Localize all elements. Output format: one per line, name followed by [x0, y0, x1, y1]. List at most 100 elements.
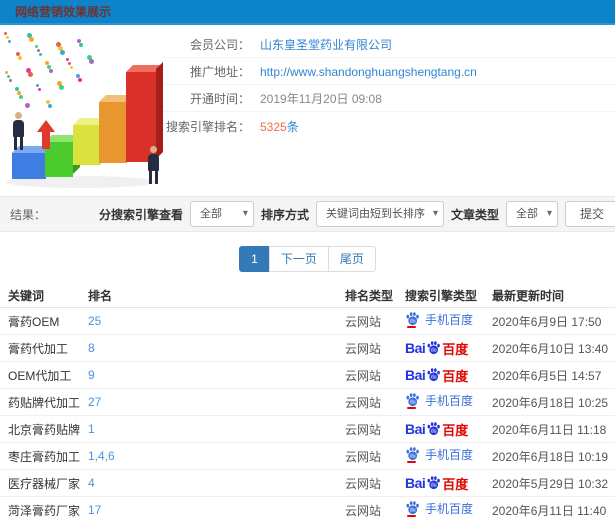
- confetti-dot: [38, 88, 41, 91]
- confetti-dot: [6, 36, 9, 39]
- sort-filter-label: 排序方式: [260, 207, 309, 222]
- baidu-logo-cn: 百度: [442, 368, 469, 384]
- mobile-baidu-label: 手机百度: [425, 502, 474, 516]
- mobile-baidu-badge[interactable]: du 手机百度: [405, 446, 473, 463]
- rank-type-cell: 云网站: [345, 422, 382, 437]
- baidu-paw-icon: du: [405, 392, 420, 409]
- rank-link[interactable]: 9: [88, 368, 345, 382]
- baidu-logo-cn: 百度: [442, 476, 469, 492]
- table-row: 枣庄膏药加工 1,4,6 云网站 du 手机百度 2020年6月18日 10:1…: [0, 443, 615, 470]
- confetti-dot: [37, 49, 40, 52]
- header-engine-type: 搜索引擎类型: [405, 289, 478, 303]
- confetti-dot: [89, 59, 94, 64]
- header-update-time: 最新更新时间: [492, 289, 565, 303]
- company-link[interactable]: 山东皇圣堂药业有限公司: [260, 38, 392, 52]
- keyword-cell: 膏药OEM: [8, 314, 60, 329]
- svg-text:du: du: [410, 319, 416, 325]
- bar-3: [99, 102, 127, 163]
- table-row: 药贴牌代加工 27 云网站 du 手机百度 2020年6月18日 10:25: [0, 389, 615, 416]
- bar-0: [12, 153, 46, 179]
- confetti-dot: [49, 69, 53, 73]
- confetti-dot: [19, 95, 23, 99]
- confetti-dot: [29, 37, 34, 42]
- confetti-dot: [70, 66, 73, 69]
- table-row: 医疗器械厂家 4 云网站 du Bai: [0, 470, 615, 497]
- article-type-select[interactable]: 全部: [505, 201, 558, 227]
- table-row: 北京膏药贴牌 1 云网站 du Bai: [0, 416, 615, 443]
- table-row: 菏泽膏药厂家 17 云网站 du 手机百度 2020年6月11日 11:40: [0, 497, 615, 520]
- last-page-button[interactable]: 尾页: [327, 246, 376, 272]
- promo-url-link[interactable]: http://www.shandonghuangshengtang.cn: [260, 65, 477, 79]
- rank-link[interactable]: 1: [88, 422, 345, 436]
- baidu-paw-icon: du: [426, 340, 441, 357]
- update-time-cell: 2020年6月10日 13:40: [492, 341, 609, 356]
- baidu-logo[interactable]: Bai du 百度: [405, 366, 468, 385]
- confetti-dot: [18, 56, 22, 60]
- sort-filter-select[interactable]: 关键词由短到长排序: [315, 201, 444, 227]
- filter-bar: 结果： 分搜索引擎查看 全部 排序方式 关键词由短到长排序 文章类型 全部 提交: [0, 196, 615, 232]
- baidu-logo-cn: 百度: [442, 341, 469, 357]
- svg-text:du: du: [431, 374, 437, 380]
- update-time-cell: 2020年6月18日 10:19: [492, 449, 609, 464]
- baidu-paw-icon: du: [405, 311, 420, 328]
- baidu-logo[interactable]: Bai du 百度: [405, 420, 468, 439]
- engine-filter-select[interactable]: 全部: [189, 201, 254, 227]
- promo-url-label: 推广地址：: [189, 65, 250, 79]
- header-rank: 排名: [88, 289, 113, 303]
- engine-cell: du Bai du 百度: [405, 420, 492, 439]
- confetti-dot: [60, 50, 65, 55]
- confetti-dot: [79, 43, 83, 47]
- rank-link[interactable]: 27: [88, 395, 345, 409]
- confetti-dot: [8, 40, 11, 43]
- pagination: 1 下一页 尾页: [0, 246, 615, 272]
- next-page-button[interactable]: 下一页: [268, 246, 329, 272]
- member-info: 会员公司： 山东皇圣堂药业有限公司 推广地址： http://www.shand…: [162, 30, 615, 190]
- update-time-cell: 2020年6月11日 11:40: [492, 503, 607, 518]
- rank-type-cell: 云网站: [345, 395, 382, 410]
- bar-2: [73, 125, 101, 165]
- rank-link[interactable]: 4: [88, 476, 345, 490]
- svg-text:du: du: [410, 400, 416, 406]
- table-row: 膏药代加工 8 云网站 du Bai: [0, 335, 615, 362]
- baidu-paw-icon: du: [426, 367, 441, 384]
- rank-count-label: 搜索引擎排名：: [165, 119, 250, 134]
- results-table: 关键词 排名 排名类型 搜索引擎类型 最新更新时间 膏药OEM 25 云网站 d…: [0, 284, 615, 520]
- mobile-baidu-label: 手机百度: [425, 313, 474, 327]
- baidu-paw-icon: du: [405, 446, 420, 463]
- growth-chart-illustration: [0, 30, 162, 190]
- baidu-paw-icon: du: [426, 421, 441, 438]
- keyword-cell: 医疗器械厂家: [8, 476, 81, 491]
- rank-link[interactable]: 1,4,6: [88, 449, 345, 463]
- rank-type-cell: 云网站: [345, 503, 382, 518]
- engine-cell: du 手机百度 du: [405, 446, 492, 466]
- info-row-open-time: 开通时间： 2019年11月20日 09:08: [162, 86, 615, 112]
- keyword-cell: 药贴牌代加工: [8, 395, 81, 410]
- confetti-dot: [48, 104, 52, 108]
- mobile-baidu-badge[interactable]: du 手机百度: [405, 311, 473, 328]
- svg-text:du: du: [410, 508, 416, 514]
- mobile-baidu-badge[interactable]: du 手机百度: [405, 392, 473, 409]
- info-row-rank-count: 搜索引擎排名： 5325条: [162, 113, 615, 139]
- rank-link[interactable]: 17: [88, 503, 345, 517]
- update-time-cell: 2020年6月9日 17:50: [492, 314, 602, 329]
- baidu-logo[interactable]: Bai du 百度: [405, 339, 468, 358]
- baidu-logo[interactable]: Bai du 百度: [405, 474, 468, 493]
- submit-button[interactable]: 提交: [564, 201, 615, 227]
- svg-text:du: du: [431, 347, 437, 353]
- confetti-dot: [25, 103, 30, 108]
- rank-type-cell: 云网站: [345, 341, 382, 356]
- table-row: OEM代加工 9 云网站 du Bai: [0, 362, 615, 389]
- confetti-dot: [39, 53, 42, 56]
- engine-cell: du Bai du 百度: [405, 474, 492, 493]
- engine-cell: du 手机百度 du: [405, 392, 492, 412]
- baidu-logo-bai: Bai: [405, 340, 426, 356]
- engine-cell: du 手机百度 du: [405, 311, 492, 331]
- rank-link[interactable]: 8: [88, 341, 345, 355]
- rank-link[interactable]: 25: [88, 314, 345, 328]
- summary-section: 会员公司： 山东皇圣堂药业有限公司 推广地址： http://www.shand…: [0, 30, 615, 190]
- page-button-1[interactable]: 1: [239, 246, 270, 272]
- mobile-baidu-badge[interactable]: du 手机百度: [405, 500, 473, 517]
- confetti-dot: [36, 84, 39, 87]
- keyword-cell: 北京膏药贴牌: [8, 422, 81, 437]
- mobile-baidu-label: 手机百度: [425, 448, 474, 462]
